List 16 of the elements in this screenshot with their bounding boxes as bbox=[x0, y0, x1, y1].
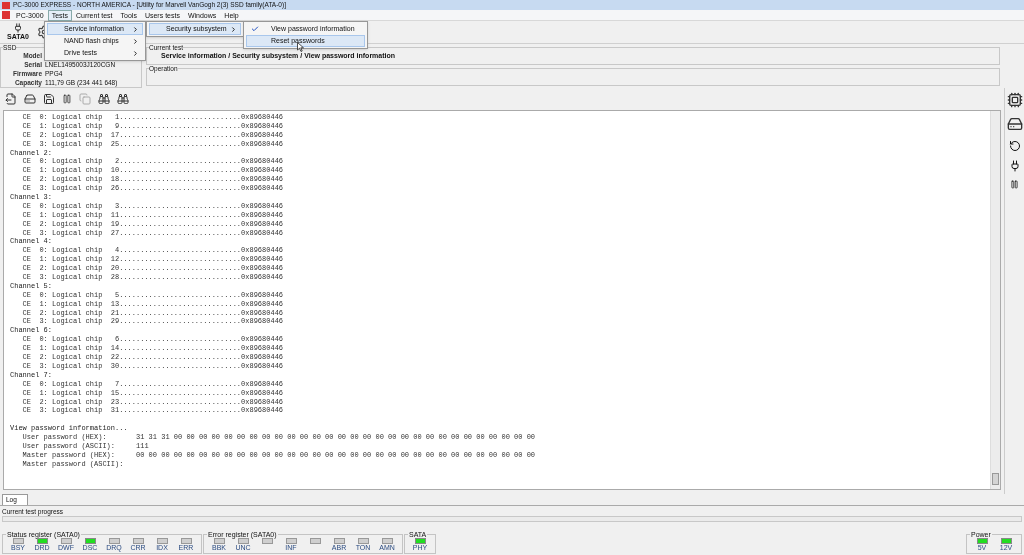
plug-icon[interactable] bbox=[1008, 160, 1021, 172]
reset-icon[interactable] bbox=[1008, 140, 1021, 152]
binoculars-icon[interactable] bbox=[117, 93, 129, 105]
check-icon bbox=[251, 25, 259, 33]
scrollbar[interactable] bbox=[990, 111, 1000, 489]
drive-icon[interactable] bbox=[24, 93, 36, 105]
export-icon[interactable] bbox=[5, 93, 17, 105]
save-icon[interactable] bbox=[43, 93, 55, 105]
scrollbar-thumb[interactable] bbox=[992, 473, 999, 485]
app-icon bbox=[2, 1, 10, 9]
drive-icon[interactable] bbox=[1006, 116, 1023, 132]
pause-icon[interactable] bbox=[62, 94, 72, 104]
binoculars-icon[interactable] bbox=[98, 93, 110, 105]
plug-icon bbox=[13, 23, 23, 33]
pause-icon[interactable] bbox=[1010, 180, 1019, 189]
chip-icon[interactable] bbox=[1006, 92, 1023, 108]
